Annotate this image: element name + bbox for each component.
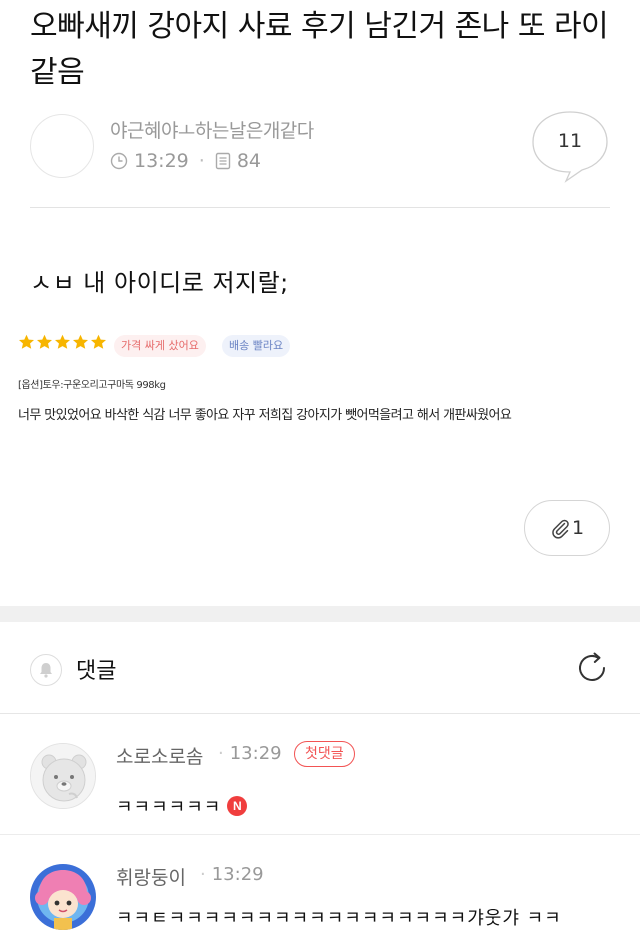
review-text: 너무 맛있었어요 바삭한 식감 너무 좋아요 자꾸 저희집 강아지가 뺏어먹을려… (18, 408, 512, 423)
comment-item: 휘랑둥이 · 13:29 ㅋㅋㅌㅋㅋㅋㅋㅋㅋㅋㅋㅋㅋㅋㅋㅋㅋㅋㅋㅋ갸웃갸 ㅋㅋ (0, 836, 640, 937)
comment-time-value: 13:29 (211, 864, 264, 885)
notification-button[interactable] (30, 654, 62, 686)
star-icon (18, 334, 35, 349)
attachment-count: 1 (571, 517, 585, 539)
document-icon (215, 152, 231, 170)
commenter-avatar[interactable] (30, 743, 96, 809)
comment-time: · 13:29 (218, 743, 282, 764)
meta-separator: · (198, 150, 205, 172)
refresh-icon[interactable] (574, 650, 610, 686)
comment-text-value: ㅋㅋㅋㅋㅋㅋ (116, 797, 222, 818)
post-title: 오빠새끼 강아지 사료 후기 남긴거 존나 또 라이같음 (30, 9, 609, 90)
post-meta: 13:29 · 84 (110, 150, 261, 172)
divider (30, 207, 610, 208)
attachment-button[interactable]: 1 (524, 500, 610, 556)
comment-count: 11 (557, 130, 583, 152)
author-name[interactable]: 야근혜야ㅗ하는날은개같다 (110, 116, 314, 143)
first-comment-badge: 첫댓글 (294, 741, 355, 767)
review-tag-delivery: 배송 빨라요 (222, 335, 291, 357)
comments-label: 댓글 (76, 659, 117, 684)
pink-hat-avatar-icon (30, 864, 96, 930)
author-avatar[interactable] (30, 114, 94, 178)
review-stars (18, 334, 108, 350)
view-count: 84 (236, 150, 261, 172)
comment-item: 소로소로솜 · 13:29 첫댓글 ㅋㅋㅋㅋㅋㅋ N (0, 715, 640, 835)
new-badge: N (227, 796, 248, 816)
commenter-name[interactable]: 소로소로솜 (116, 742, 203, 769)
post-time: 13:29 (134, 150, 189, 172)
comments-header: 댓글 (0, 622, 640, 714)
comment-time: · 13:29 (200, 864, 264, 885)
comment-count-button[interactable]: 11 (530, 110, 610, 184)
bell-icon (40, 663, 52, 678)
commenter-name[interactable]: 휘랑둥이 (116, 863, 186, 890)
star-icon (72, 334, 89, 349)
clock-icon (110, 152, 128, 170)
star-icon (54, 334, 71, 349)
review-option: [옵션]토우:구운오리고구마독 998kg (18, 380, 166, 391)
commenter-avatar[interactable] (30, 864, 96, 930)
paperclip-icon (552, 519, 569, 539)
review-tag-price: 가격 싸게 샀어요 (114, 335, 206, 357)
star-icon (36, 334, 53, 349)
star-icon (90, 334, 107, 349)
section-divider (0, 606, 640, 622)
comment-text: ㅋㅋㅋㅋㅋㅋ N (116, 793, 248, 819)
post-body: ㅅㅂ 내 아이디로 저지랄; (30, 269, 289, 297)
bear-avatar-icon (31, 744, 95, 808)
comment-text: ㅋㅋㅌㅋㅋㅋㅋㅋㅋㅋㅋㅋㅋㅋㅋㅋㅋㅋㅋㅋ갸웃갸 ㅋㅋ (116, 908, 562, 929)
comment-time-value: 13:29 (229, 743, 282, 764)
